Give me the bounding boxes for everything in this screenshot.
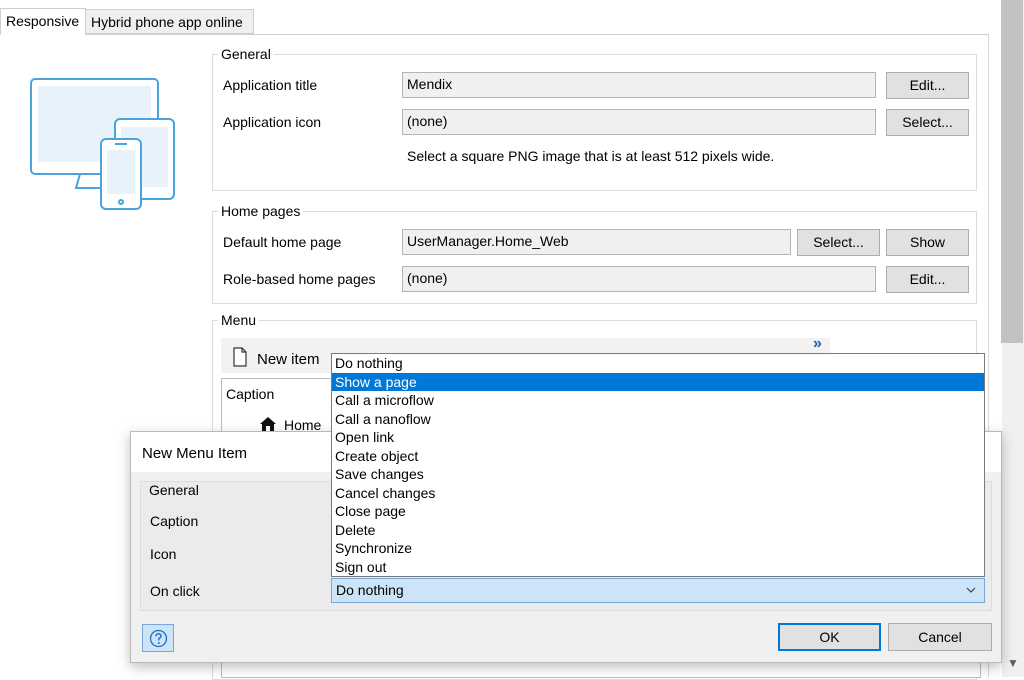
- new-item-button[interactable]: New item: [257, 351, 320, 368]
- dialog-title: New Menu Item: [142, 445, 248, 462]
- dialog-general-title: General: [147, 482, 201, 498]
- home-pages-group-title: Home pages: [218, 203, 304, 219]
- dropdown-option-close-page[interactable]: Close page: [332, 502, 984, 520]
- help-button[interactable]: [142, 624, 174, 652]
- scroll-down-icon[interactable]: ▼: [1004, 654, 1022, 672]
- menu-group-title: Menu: [218, 312, 260, 328]
- application-icon-select-button[interactable]: Select...: [886, 109, 969, 136]
- dialog-caption-label: Caption: [150, 513, 199, 529]
- dropdown-option-open-link[interactable]: Open link: [332, 428, 984, 446]
- on-click-select[interactable]: Do nothing: [331, 578, 985, 603]
- dropdown-option-synchronize[interactable]: Synchronize: [332, 539, 984, 557]
- on-click-dropdown-list: Do nothing Show a page Call a microflow …: [331, 353, 985, 577]
- role-based-home-pages-field[interactable]: (none): [402, 266, 876, 292]
- dropdown-option-cancel-changes[interactable]: Cancel changes: [332, 484, 984, 502]
- dropdown-option-create-object[interactable]: Create object: [332, 447, 984, 465]
- toolbar-overflow-icon[interactable]: »: [813, 335, 822, 353]
- on-click-select-value: Do nothing: [336, 582, 404, 598]
- general-group-title: General: [218, 46, 274, 62]
- default-home-page-label: Default home page: [223, 234, 342, 250]
- ok-button[interactable]: OK: [778, 623, 881, 651]
- dropdown-option-show-a-page[interactable]: Show a page: [332, 373, 984, 391]
- dropdown-option-sign-out[interactable]: Sign out: [332, 558, 984, 576]
- application-title-edit-button[interactable]: Edit...: [886, 72, 969, 99]
- chevron-down-icon: [966, 587, 976, 593]
- cancel-button[interactable]: Cancel: [888, 623, 992, 651]
- default-home-page-select-button[interactable]: Select...: [797, 229, 880, 256]
- question-icon: [149, 629, 168, 648]
- dropdown-option-delete[interactable]: Delete: [332, 521, 984, 539]
- application-icon-hint: Select a square PNG image that is at lea…: [407, 148, 775, 164]
- dropdown-option-do-nothing[interactable]: Do nothing: [332, 354, 984, 372]
- tree-header-caption: Caption: [226, 386, 275, 402]
- tab-divider: [86, 34, 989, 35]
- tab-responsive[interactable]: Responsive: [0, 8, 86, 35]
- dropdown-option-call-a-nanoflow[interactable]: Call a nanoflow: [332, 410, 984, 428]
- role-based-home-pages-edit-button[interactable]: Edit...: [886, 266, 969, 293]
- dropdown-option-save-changes[interactable]: Save changes: [332, 465, 984, 483]
- home-icon: [260, 417, 276, 431]
- tab-hybrid-phone-app-online[interactable]: Hybrid phone app online: [86, 9, 254, 34]
- default-home-page-field[interactable]: UserManager.Home_Web: [402, 229, 791, 255]
- application-title-label: Application title: [223, 77, 318, 93]
- dialog-icon-label: Icon: [150, 546, 177, 562]
- scrollbar-thumb[interactable]: [1001, 0, 1023, 343]
- dialog-on-click-label: On click: [150, 583, 200, 599]
- new-item-icon[interactable]: [232, 347, 248, 367]
- application-icon-field[interactable]: (none): [402, 109, 876, 135]
- role-based-home-pages-label: Role-based home pages: [223, 271, 376, 287]
- application-icon-label: Application icon: [223, 114, 322, 130]
- application-title-field[interactable]: Mendix: [402, 72, 876, 98]
- responsive-devices-icon: [30, 78, 175, 210]
- default-home-page-show-button[interactable]: Show: [886, 229, 969, 256]
- dropdown-option-call-a-microflow[interactable]: Call a microflow: [332, 391, 984, 409]
